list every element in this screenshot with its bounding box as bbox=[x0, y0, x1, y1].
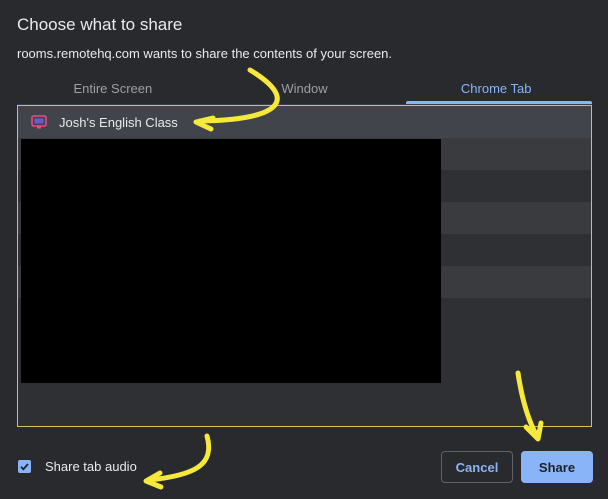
dialog-subtitle: rooms.remotehq.com wants to share the co… bbox=[17, 46, 393, 61]
tab-list[interactable]: Josh's English Class bbox=[17, 105, 592, 427]
checkbox-checked-icon[interactable] bbox=[18, 460, 31, 473]
arrow-annotation-icon bbox=[147, 433, 212, 483]
list-item-selected-tab[interactable]: Josh's English Class bbox=[18, 106, 591, 138]
screen-share-icon bbox=[31, 114, 47, 130]
tab-entire-screen[interactable]: Entire Screen bbox=[17, 76, 209, 104]
arrow-annotation-icon bbox=[143, 470, 164, 490]
tab-window[interactable]: Window bbox=[209, 76, 401, 104]
share-button[interactable]: Share bbox=[521, 451, 593, 483]
checkbox-label: Share tab audio bbox=[45, 459, 137, 474]
share-audio-toggle[interactable]: Share tab audio bbox=[18, 459, 137, 474]
dialog-title: Choose what to share bbox=[17, 15, 183, 34]
tab-chrome-tab[interactable]: Chrome Tab bbox=[400, 76, 592, 104]
tab-title: Josh's English Class bbox=[59, 114, 178, 130]
tab-preview bbox=[21, 139, 441, 383]
cancel-button[interactable]: Cancel bbox=[441, 451, 513, 483]
share-source-tabs: Entire Screen Window Chrome Tab bbox=[17, 76, 592, 104]
share-dialog: Choose what to share rooms.remotehq.com … bbox=[0, 0, 608, 499]
